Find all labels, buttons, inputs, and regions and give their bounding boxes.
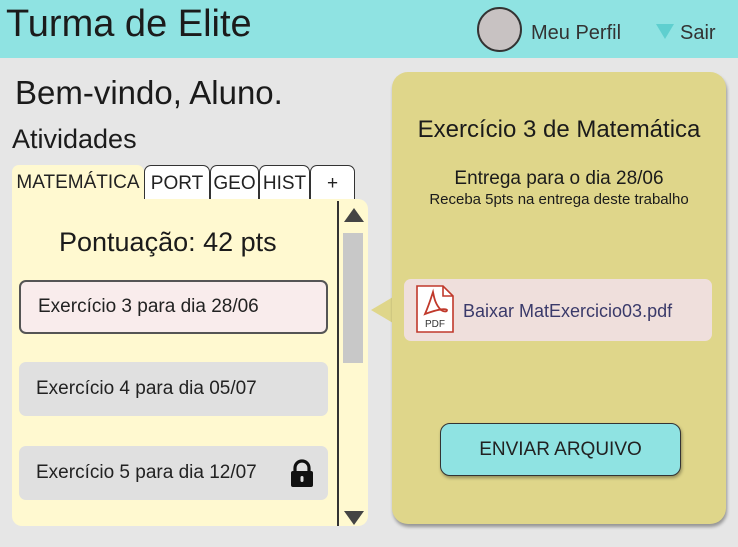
tab-port[interactable]: PORT	[144, 165, 210, 201]
task-item[interactable]: Exercício 4 para dia 05/07	[19, 362, 328, 416]
scrollbar[interactable]	[337, 201, 365, 526]
scroll-down-icon[interactable]	[344, 511, 364, 525]
send-file-button[interactable]: ENVIAR ARQUIVO	[440, 423, 681, 476]
callout-pointer	[371, 297, 393, 323]
section-title: Atividades	[12, 124, 137, 154]
app-title: Turma de Elite	[6, 3, 252, 45]
tab-hist[interactable]: HIST	[259, 165, 310, 201]
task-label: Exercício 3 para dia 28/06	[38, 296, 259, 317]
exercise-title: Exercício 3 de Matemática	[417, 116, 701, 143]
due-date: Entrega para o dia 28/06	[454, 168, 664, 189]
download-label: Baixar MatExercicio03.pdf	[463, 301, 673, 321]
pdf-icon-text: PDF	[425, 319, 445, 330]
reward-note: Receba 5pts na entrega deste trabalho	[429, 191, 689, 208]
exercise-detail-card: Exercício 3 de Matemática Entrega para o…	[392, 72, 726, 524]
triangle-down-icon	[656, 24, 674, 40]
tab-matematica[interactable]: MATEMÁTICA	[12, 165, 144, 201]
profile-link[interactable]: Meu Perfil	[531, 22, 621, 45]
score-label: Pontuação: 42 pts	[59, 227, 277, 257]
app-header: Turma de Elite Meu Perfil Sair	[0, 0, 738, 58]
task-label: Exercício 4 para dia 05/07	[36, 378, 257, 399]
logout-button[interactable]: Sair	[656, 22, 716, 45]
tab-add[interactable]: +	[310, 165, 355, 201]
scroll-thumb[interactable]	[343, 233, 363, 363]
pdf-icon: PDF	[416, 285, 454, 333]
scroll-up-icon[interactable]	[344, 208, 364, 222]
logout-label: Sair	[680, 22, 716, 44]
tab-geo[interactable]: GEO	[210, 165, 259, 201]
task-label: Exercício 5 para dia 12/07	[36, 462, 257, 483]
lock-icon	[291, 459, 313, 487]
download-file-link[interactable]: PDF Baixar MatExercicio03.pdf	[404, 279, 712, 341]
avatar[interactable]	[477, 7, 522, 52]
task-item[interactable]: Exercício 3 para dia 28/06	[19, 280, 328, 334]
task-item[interactable]: Exercício 5 para dia 12/07	[19, 446, 328, 500]
welcome-message: Bem-vindo, Aluno.	[15, 74, 283, 111]
